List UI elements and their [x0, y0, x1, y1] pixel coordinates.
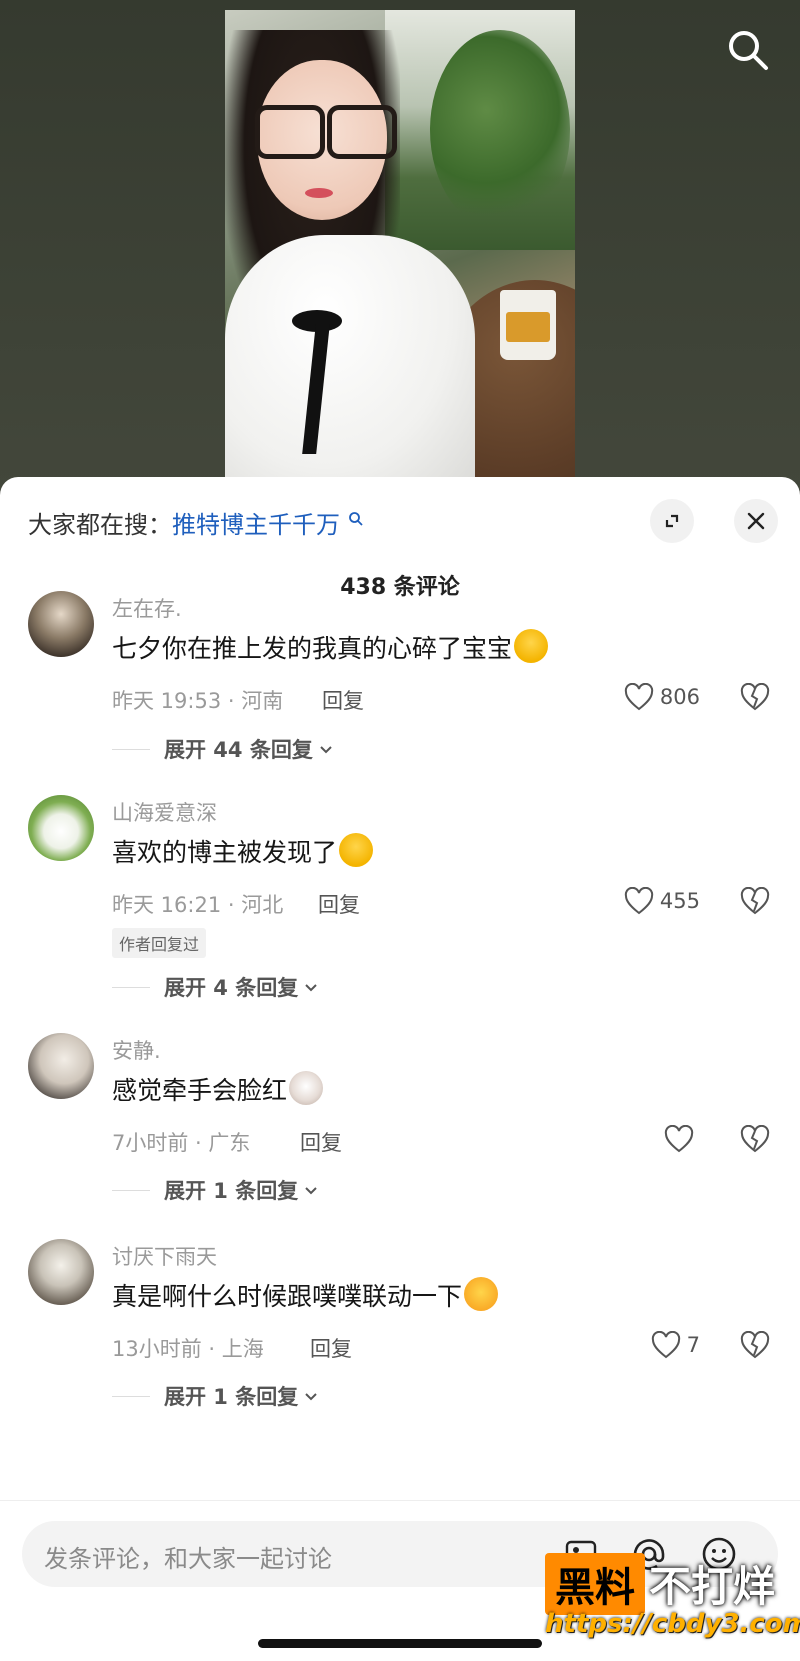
comment-text-body: 感觉牵手会脸红 — [112, 1076, 288, 1105]
video-plant — [430, 30, 570, 230]
heart-icon — [651, 1331, 680, 1359]
crying-emoji-icon — [514, 629, 549, 663]
expand-icon — [665, 514, 679, 528]
avatar[interactable] — [28, 591, 94, 657]
expand-replies-button[interactable]: 展开 44 条回复 — [112, 734, 335, 764]
comment-text: 感觉牵手会脸红 — [112, 1071, 324, 1107]
chevron-down-icon — [305, 1187, 317, 1195]
expand-replies-button[interactable]: 展开 1 条回复 — [112, 1175, 320, 1205]
watermark-url: https://cbdy3.com — [545, 1609, 800, 1639]
smile-emoji-icon — [464, 1277, 499, 1311]
small-search-icon — [348, 512, 363, 526]
watermark-label-a: 黑料 — [545, 1553, 645, 1615]
expand-replies-button[interactable]: 展开 1 条回复 — [112, 1381, 320, 1411]
comment-text: 喜欢的博主被发现了 — [112, 833, 374, 869]
chevron-down-icon — [320, 746, 332, 754]
search-suggestion-keyword[interactable]: 推特博主千千万 — [172, 511, 340, 539]
crying-emoji-icon — [339, 833, 374, 867]
avatar[interactable] — [28, 1033, 94, 1099]
comment-username[interactable]: 山海爱意深 — [112, 797, 217, 827]
comment-text-body: 七夕你在推上发的我真的心碎了宝宝 — [112, 634, 513, 663]
dislike-button[interactable] — [740, 1124, 770, 1157]
search-icon[interactable] — [726, 28, 770, 72]
video-coffee-cup — [500, 290, 556, 360]
avatar[interactable] — [28, 1239, 94, 1305]
reply-button[interactable]: 回复 — [310, 1333, 352, 1363]
heart-icon — [664, 1125, 694, 1153]
dislike-button[interactable] — [740, 886, 770, 919]
comment-text-body: 喜欢的博主被发现了 — [112, 838, 338, 867]
expand-replies-button[interactable]: 展开 4 条回复 — [112, 972, 320, 1002]
close-button[interactable] — [734, 499, 778, 543]
video-player[interactable] — [225, 10, 575, 490]
cat-emoji-icon — [289, 1071, 324, 1105]
search-suggestion[interactable]: 大家都在搜：推特博主千千万 — [28, 505, 364, 540]
like-button[interactable] — [664, 1125, 700, 1153]
like-button[interactable]: 455 — [624, 887, 700, 915]
divider — [112, 986, 150, 988]
comment-username[interactable]: 安静. — [112, 1035, 161, 1065]
divider — [112, 1189, 150, 1191]
comment-time-location: 13小时前 · 上海 — [112, 1337, 264, 1361]
like-count: 7 — [686, 1333, 700, 1357]
broken-heart-icon — [740, 682, 770, 711]
comment-text: 真是啊什么时候跟噗噗联动一下 — [112, 1277, 499, 1313]
video-person-lips — [305, 188, 333, 198]
reply-button[interactable]: 回复 — [300, 1127, 342, 1157]
search-suggestion-prefix: 大家都在搜： — [28, 511, 172, 539]
comment-time-location: 昨天 19:53 · 河南 — [112, 689, 284, 713]
comment-username[interactable]: 讨厌下雨天 — [112, 1241, 217, 1271]
heart-icon — [624, 683, 654, 711]
chevron-down-icon — [305, 984, 317, 992]
watermark: 黑料 不打烊 https://cbdy3.com — [545, 1553, 800, 1653]
like-count: 455 — [659, 889, 700, 913]
comment-text: 七夕你在推上发的我真的心碎了宝宝 — [112, 629, 549, 665]
comment-time-location: 7小时前 · 广东 — [112, 1131, 251, 1155]
comment-input-placeholder: 发条评论，和大家一起讨论 — [44, 1545, 332, 1573]
like-button[interactable]: 806 — [624, 683, 700, 711]
expand-replies-label: 展开 1 条回复 — [164, 1179, 299, 1203]
avatar[interactable] — [28, 795, 94, 861]
video-person-shirt — [225, 235, 475, 490]
chevron-down-icon — [305, 1393, 317, 1401]
broken-heart-icon — [740, 886, 770, 915]
dislike-button[interactable] — [740, 1330, 770, 1363]
heart-icon — [624, 887, 654, 915]
expand-replies-label: 展开 4 条回复 — [164, 976, 299, 1000]
comment-sheet: 大家都在搜：推特博主千千万 438 条评论 左在存. 七夕你在推上发的我真的心碎… — [0, 477, 800, 1660]
home-indicator — [258, 1639, 542, 1648]
author-replied-badge: 作者回复过 — [112, 928, 207, 958]
expand-replies-label: 展开 1 条回复 — [164, 1385, 299, 1409]
comment-time-location: 昨天 16:21 · 河北 — [112, 893, 284, 917]
dislike-button[interactable] — [740, 682, 770, 715]
expand-replies-label: 展开 44 条回复 — [164, 738, 313, 762]
video-person-bow — [287, 310, 347, 460]
reply-button[interactable]: 回复 — [318, 889, 360, 919]
divider — [112, 748, 150, 750]
like-button[interactable]: 7 — [651, 1331, 700, 1359]
expand-fullscreen-button[interactable] — [650, 499, 694, 543]
broken-heart-icon — [740, 1124, 770, 1153]
reply-button[interactable]: 回复 — [322, 685, 364, 715]
watermark-label-b: 不打烊 — [649, 1562, 776, 1611]
like-count: 806 — [659, 685, 700, 709]
broken-heart-icon — [740, 1330, 770, 1359]
video-person-glasses — [255, 105, 397, 159]
close-icon — [747, 512, 765, 530]
comment-text-body: 真是啊什么时候跟噗噗联动一下 — [112, 1282, 463, 1311]
divider — [112, 1395, 150, 1397]
comment-username[interactable]: 左在存. — [112, 593, 182, 623]
